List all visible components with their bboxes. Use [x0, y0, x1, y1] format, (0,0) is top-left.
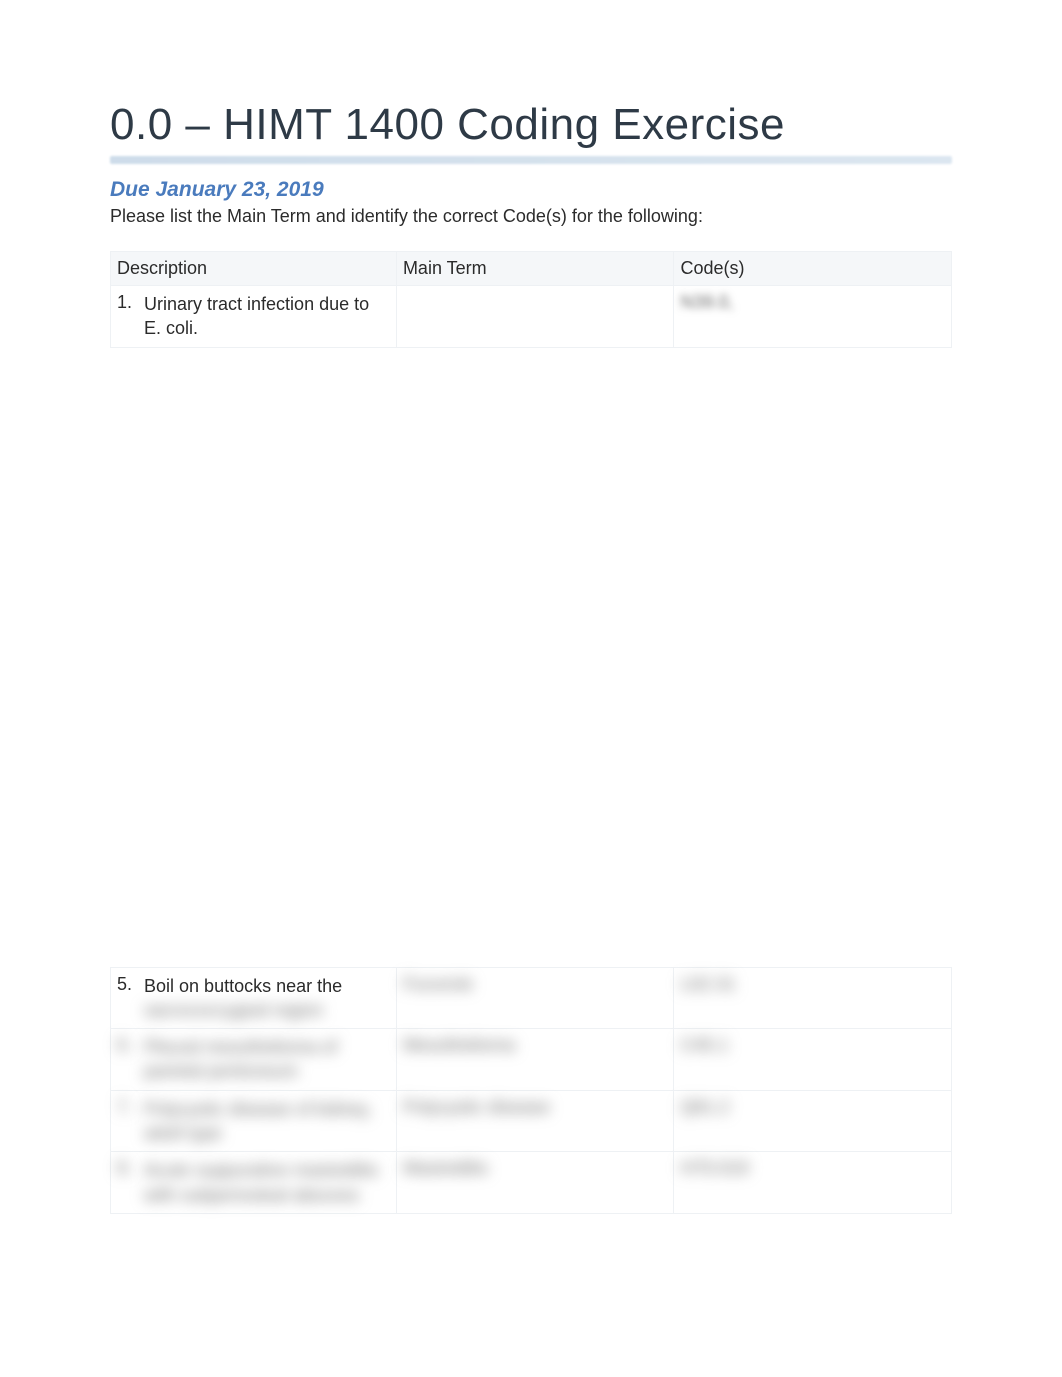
header-main-term: Main Term	[396, 252, 674, 286]
row-description: Polycystic disease of kidney, adult type	[144, 1097, 387, 1146]
header-description: Description	[111, 252, 397, 286]
row-number: 1.	[117, 292, 139, 313]
table-header-row: Description Main Term Code(s)	[111, 252, 952, 286]
row-number: 7.	[117, 1097, 139, 1118]
row-main-term: Furuncle	[396, 967, 674, 1029]
exercise-table: Description Main Term Code(s) 1. Urinary…	[110, 251, 952, 1214]
title-rule	[110, 156, 952, 164]
instructions-text: Please list the Main Term and identify t…	[110, 206, 952, 227]
table-row: 7. Polycystic disease of kidney, adult t…	[111, 1090, 952, 1152]
row-number: 5.	[117, 974, 139, 995]
row-description: Urinary tract infection due to E. coli.	[144, 292, 387, 341]
row-codes: N39.0,	[674, 286, 952, 348]
row-main-term: Mesothelioma	[396, 1029, 674, 1091]
row-codes: H70.019	[674, 1152, 952, 1214]
ad-gap-row	[111, 347, 952, 967]
header-codes: Code(s)	[674, 252, 952, 286]
row-codes: L02.31	[674, 967, 952, 1029]
table-row: 8. Acute suppurative mastoiditis with su…	[111, 1152, 952, 1214]
page-title: 0.0 – HIMT 1400 Coding Exercise	[110, 100, 952, 150]
due-date: Due January 23, 2019	[110, 178, 952, 202]
row-number: 6.	[117, 1035, 139, 1056]
row-description: Pleural mesothelioma of parietal periton…	[144, 1035, 387, 1084]
table-row: 5. Boil on buttocks near the sacrococcyg…	[111, 967, 952, 1029]
row-codes: Q61.2	[674, 1090, 952, 1152]
row-description: Acute suppurative mastoiditis with subpe…	[144, 1158, 387, 1207]
table-row: 6. Pleural mesothelioma of parietal peri…	[111, 1029, 952, 1091]
row-number: 8.	[117, 1158, 139, 1179]
row-main-term: Polycystic disease	[396, 1090, 674, 1152]
row-main-term	[396, 286, 674, 348]
row-codes: C45.1	[674, 1029, 952, 1091]
row-description: Boil on buttocks near the sacrococcygeal…	[144, 974, 387, 1023]
row-main-term: Mastoiditis	[396, 1152, 674, 1214]
table-row: 1. Urinary tract infection due to E. col…	[111, 286, 952, 348]
